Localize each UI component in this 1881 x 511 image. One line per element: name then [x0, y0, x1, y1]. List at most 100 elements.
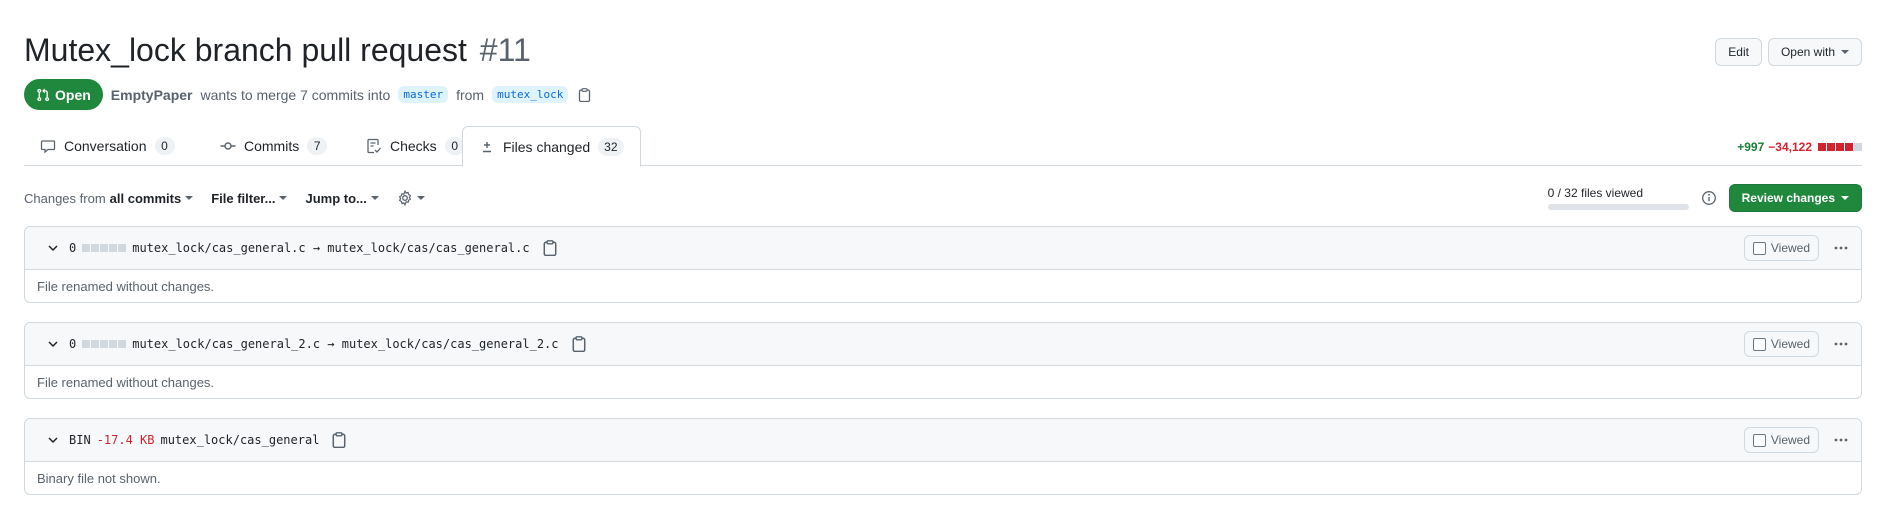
file-actions: Viewed [1743, 331, 1849, 357]
progress-track [1547, 204, 1689, 210]
from-text: from [456, 86, 485, 103]
tab-label: Conversation [64, 138, 147, 154]
viewed-label: Viewed [1770, 241, 1810, 255]
header-actions: Edit Open with [1715, 38, 1862, 66]
kebab-horizontal-icon[interactable] [1833, 240, 1849, 256]
tab-files-changed[interactable]: Files changed 32 [462, 126, 641, 167]
pr-meta: Open EmptyPaper wants to merge 7 commits… [24, 79, 592, 110]
file-diff: 0 mutex_lock/cas_general_2.c → mutex_loc… [24, 322, 1862, 399]
file-stat-blocks [82, 244, 127, 252]
kebab-horizontal-icon[interactable] [1833, 336, 1849, 352]
file-actions: Viewed [1743, 235, 1849, 261]
file-diff-icon [483, 141, 491, 152]
file-body-message: File renamed without changes. [37, 278, 215, 294]
pr-title-text: Mutex_lock branch pull request [24, 32, 467, 68]
triangle-down-icon [370, 196, 379, 200]
diffstat-block [1827, 143, 1835, 151]
triangle-down-icon [185, 196, 194, 200]
pr-header: Mutex_lock branch pull request #11 Edit … [24, 30, 1862, 70]
viewed-checkbox[interactable]: Viewed [1743, 235, 1819, 261]
info-icon[interactable] [1701, 190, 1717, 206]
toolbar-right: 0 / 32 files viewed Review changes [1547, 182, 1862, 214]
diffstat-block [1836, 143, 1844, 151]
pr-tabs: Conversation 0 Commits 7 Checks 0 Files … [24, 126, 1862, 167]
viewed-checkbox[interactable]: Viewed [1743, 331, 1819, 357]
diffstat: +997 −34,122 [1737, 140, 1862, 154]
changes-from-dropdown[interactable]: Changes from all commits [24, 190, 194, 206]
file-path[interactable]: mutex_lock/cas_general_2.c → mutex_lock/… [132, 337, 558, 351]
review-changes-label: Review changes [1741, 191, 1835, 205]
diffstat-deletions: −34,122 [1768, 140, 1812, 154]
chevron-down-icon[interactable] [45, 240, 61, 256]
triangle-down-icon [1841, 50, 1849, 54]
file-header: BIN -17.4 KB mutex_lock/cas_general View… [25, 419, 1861, 462]
tab-label: Files changed [503, 138, 591, 155]
head-branch[interactable]: mutex_lock [492, 86, 569, 103]
checkbox[interactable] [1752, 337, 1766, 351]
diffstat-block [1854, 143, 1862, 151]
file-diff: 0 mutex_lock/cas_general.c → mutex_lock/… [24, 226, 1862, 303]
jump-to-label: Jump to... [305, 190, 367, 206]
chevron-down-icon[interactable] [45, 432, 61, 448]
file-path[interactable]: mutex_lock/cas_general [160, 433, 319, 447]
comment-icon [40, 140, 56, 154]
file-stat: -17.4 KB [96, 433, 155, 447]
file-body-message: Binary file not shown. [37, 470, 161, 486]
tab-label: Commits [244, 138, 300, 154]
merge-text: wants to merge 7 commits into [200, 86, 391, 103]
viewed-label: Viewed [1770, 337, 1810, 351]
page-title: Mutex_lock branch pull request #11 [24, 30, 1862, 70]
triangle-down-icon [1841, 196, 1849, 200]
open-with-label: Open with [1780, 45, 1835, 59]
tab-counter: 32 [598, 137, 624, 156]
jump-to-dropdown[interactable]: Jump to... [305, 190, 379, 206]
file-filter-dropdown[interactable]: File filter... [211, 190, 288, 206]
diffstat-block [1845, 143, 1853, 151]
files-viewed-progress: 0 / 32 files viewed [1547, 186, 1689, 210]
chevron-down-icon[interactable] [45, 336, 61, 352]
diffstat-block [1818, 143, 1826, 151]
changes-from-prefix: Changes from [24, 190, 106, 206]
file-stat: 0 [69, 337, 77, 351]
git-pull-request-icon [37, 88, 50, 101]
tab-counter: 0 [154, 137, 175, 155]
author-link[interactable]: EmptyPaper [111, 87, 193, 103]
edit-button-label: Edit [1728, 45, 1749, 59]
tab-counter: 7 [307, 137, 328, 155]
open-with-button[interactable]: Open with [1767, 38, 1862, 66]
review-changes-button[interactable]: Review changes [1728, 184, 1862, 212]
pr-number: #11 [479, 32, 531, 68]
viewed-checkbox[interactable]: Viewed [1743, 427, 1819, 453]
status-badge: Open [24, 79, 103, 110]
file-header: 0 mutex_lock/cas_general_2.c → mutex_loc… [25, 323, 1861, 366]
status-badge-label: Open [55, 86, 91, 103]
base-branch[interactable]: master [398, 86, 449, 103]
file-actions: Viewed [1743, 427, 1849, 453]
checkbox[interactable] [1752, 241, 1766, 255]
diff-toolbar: Changes from all commits File filter... … [24, 182, 1862, 214]
edit-button[interactable]: Edit [1715, 38, 1762, 66]
kebab-horizontal-icon[interactable] [1833, 432, 1849, 448]
copy-icon[interactable] [571, 336, 587, 352]
checkbox[interactable] [1752, 433, 1766, 447]
copy-icon[interactable] [331, 432, 347, 448]
triangle-down-icon [416, 196, 425, 200]
copy-icon[interactable] [542, 240, 558, 256]
file-stat: 0 [69, 241, 77, 255]
diff-settings-dropdown[interactable] [397, 190, 425, 206]
tab-commits[interactable]: Commits 7 [204, 126, 343, 166]
commit-icon [220, 142, 236, 150]
files-viewed-label: 0 / 32 files viewed [1547, 186, 1644, 200]
diffstat-blocks [1818, 143, 1862, 151]
file-diff: BIN -17.4 KB mutex_lock/cas_general View… [24, 418, 1862, 495]
copy-icon[interactable] [576, 87, 592, 103]
gear-icon [398, 190, 412, 206]
diffstat-additions: +997 [1737, 140, 1765, 154]
file-header: 0 mutex_lock/cas_general.c → mutex_lock/… [25, 227, 1861, 270]
viewed-label: Viewed [1770, 433, 1810, 447]
file-path[interactable]: mutex_lock/cas_general.c → mutex_lock/ca… [132, 241, 529, 255]
tab-conversation[interactable]: Conversation 0 [24, 126, 191, 166]
tab-label: Checks [390, 138, 437, 154]
file-filter-label: File filter... [211, 190, 276, 206]
triangle-down-icon [279, 196, 288, 200]
